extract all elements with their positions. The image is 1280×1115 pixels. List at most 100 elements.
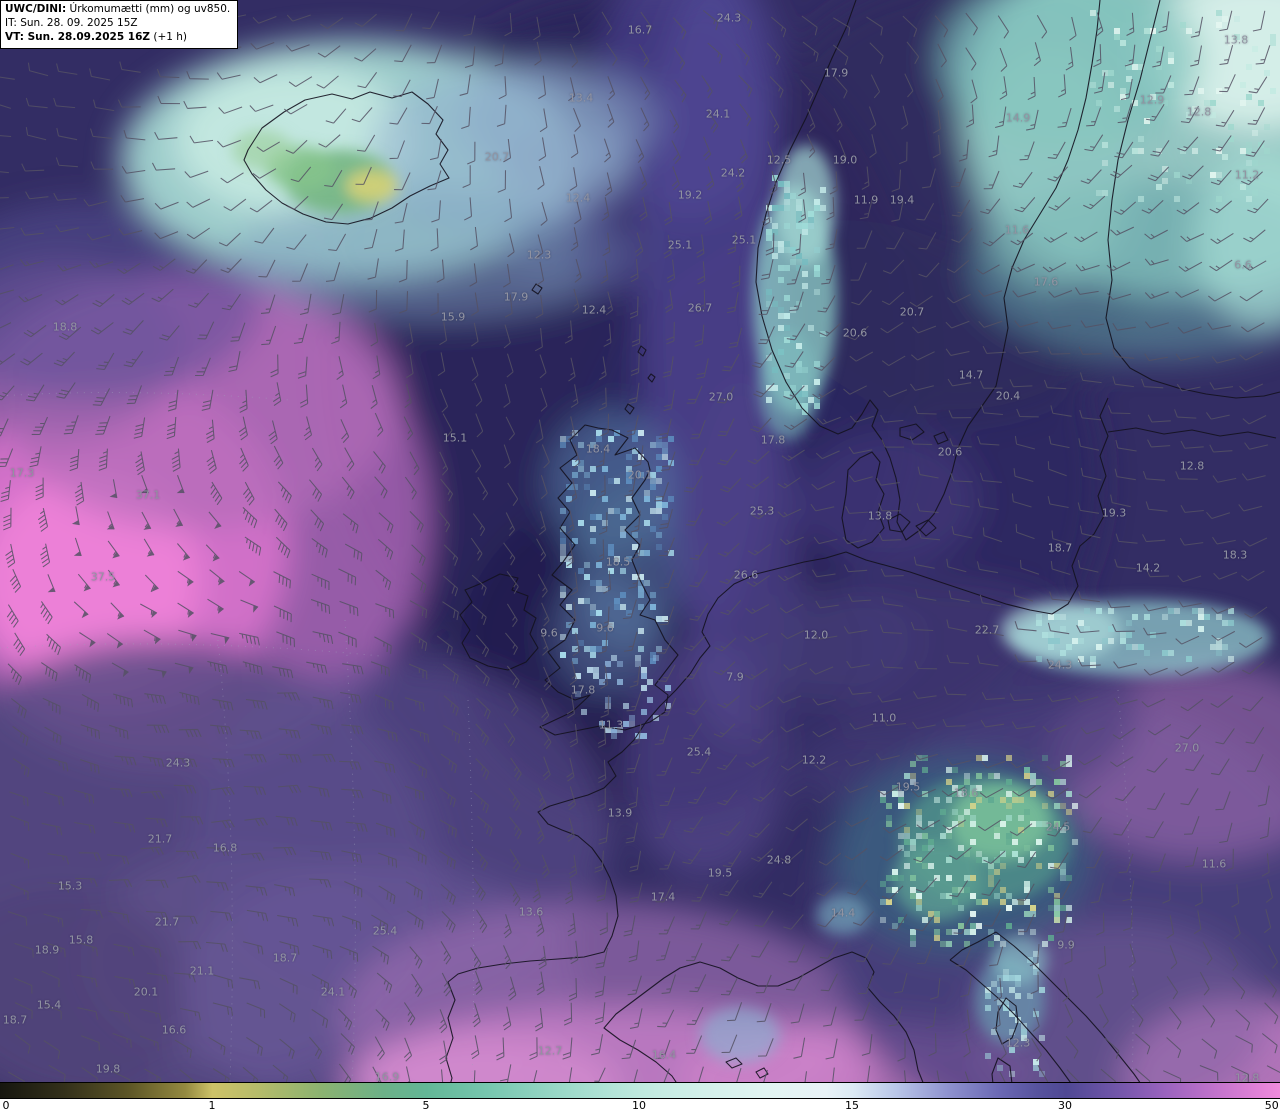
speckle — [985, 993, 991, 999]
speckle — [584, 484, 590, 490]
speckle — [1015, 993, 1021, 999]
speckle — [1216, 196, 1222, 202]
speckle — [1186, 620, 1192, 626]
speckle — [1264, 70, 1270, 76]
speckle — [952, 899, 958, 905]
speckle — [620, 568, 626, 574]
speckle — [946, 941, 952, 947]
speckle — [964, 773, 970, 779]
speckle — [904, 839, 910, 845]
product-desc: Úrkomumætti (mm) og uv850. — [66, 3, 231, 15]
speckle — [1138, 644, 1144, 650]
colorbar-tick: 0 — [2, 1099, 10, 1112]
speckle — [1150, 94, 1156, 100]
speckle — [656, 466, 662, 472]
speckle — [590, 514, 596, 520]
init-time-line: IT: Sun. 28. 09. 2025 15Z — [5, 16, 138, 29]
speckle — [596, 514, 602, 520]
speckle — [940, 941, 946, 947]
speckle — [886, 821, 892, 827]
speckle — [772, 253, 778, 259]
speckle — [1252, 190, 1258, 196]
speckle — [572, 472, 578, 478]
speckle — [1048, 845, 1054, 851]
speckle — [1012, 839, 1018, 845]
speckle — [1048, 887, 1054, 893]
speckle — [1108, 608, 1114, 614]
speckle — [1132, 644, 1138, 650]
speckle — [991, 981, 997, 987]
speckle — [662, 514, 668, 520]
speckle — [1048, 632, 1054, 638]
speckle — [608, 508, 614, 514]
speckle — [644, 580, 650, 586]
speckle — [1030, 779, 1036, 785]
speckle — [1006, 905, 1012, 911]
speckle — [1246, 142, 1252, 148]
speckle — [650, 472, 656, 478]
field-blob — [740, 580, 920, 700]
speckle — [934, 929, 940, 935]
speckle — [976, 899, 982, 905]
speckle — [1084, 626, 1090, 632]
speckle — [1240, 184, 1246, 190]
speckle — [1138, 136, 1144, 142]
speckle — [617, 679, 623, 685]
speckle — [1108, 638, 1114, 644]
speckle — [1006, 815, 1012, 821]
speckle — [560, 532, 566, 538]
speckle — [1216, 614, 1222, 620]
speckle — [629, 715, 635, 721]
speckle — [778, 265, 784, 271]
speckle — [784, 373, 790, 379]
speckle — [808, 211, 814, 217]
speckle — [1000, 797, 1006, 803]
speckle — [916, 833, 922, 839]
speckle — [880, 881, 886, 887]
speckle — [1036, 779, 1042, 785]
speckle — [970, 785, 976, 791]
speckle — [934, 797, 940, 803]
speckle — [578, 442, 584, 448]
speckle — [964, 887, 970, 893]
colorbar-tick-labels: 0 1 5 10 15 30 50 — [0, 1099, 1280, 1115]
speckle — [650, 604, 656, 610]
speckle — [578, 568, 584, 574]
speckle — [778, 181, 784, 187]
speckle — [1114, 106, 1120, 112]
speckle — [1270, 88, 1276, 94]
speckle — [772, 223, 778, 229]
speckle — [922, 767, 928, 773]
speckle — [560, 538, 566, 544]
speckle — [910, 845, 916, 851]
speckle — [1042, 803, 1048, 809]
speckle — [814, 271, 820, 277]
speckle — [898, 797, 904, 803]
speckle — [602, 496, 608, 502]
speckle — [620, 532, 626, 538]
colorbar-tick: 1 — [208, 1099, 216, 1112]
speckle — [952, 929, 958, 935]
weather-map-page: 16.7 24.3 13.8 17.9 13.4 24.1 12.9 12.8 14.9 20.7… — [0, 0, 1280, 1115]
speckle — [970, 821, 976, 827]
speckle — [590, 526, 596, 532]
speckle — [1228, 620, 1234, 626]
speckle — [808, 325, 814, 331]
speckle — [880, 797, 886, 803]
speckle — [796, 361, 802, 367]
speckle — [1192, 148, 1198, 154]
speckle — [1054, 779, 1060, 785]
speckle — [808, 397, 814, 403]
speckle — [641, 733, 647, 739]
speckle — [1006, 893, 1012, 899]
speckle — [910, 935, 916, 941]
speckle — [1060, 779, 1066, 785]
speckle — [808, 217, 814, 223]
speckle — [638, 604, 644, 610]
speckle — [766, 289, 772, 295]
speckle — [560, 544, 566, 550]
speckle — [1102, 142, 1108, 148]
speckle — [1126, 76, 1132, 82]
speckle — [560, 508, 566, 514]
speckle — [802, 259, 808, 265]
